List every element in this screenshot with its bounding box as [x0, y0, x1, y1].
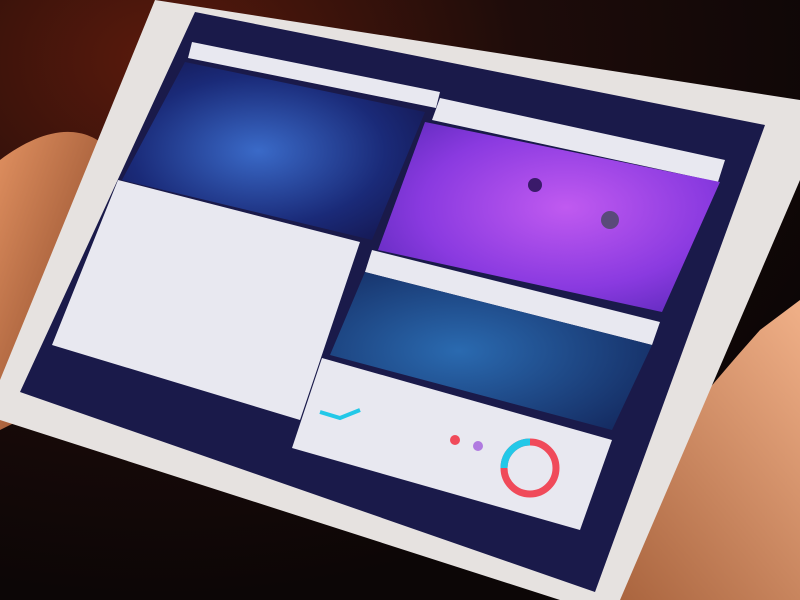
dot-indicator-icon: [528, 178, 542, 192]
dot-indicator-icon: [450, 435, 460, 445]
tablet-photo: [0, 0, 800, 600]
dot-indicator-icon: [473, 441, 483, 451]
dot-indicator-icon: [601, 211, 619, 229]
